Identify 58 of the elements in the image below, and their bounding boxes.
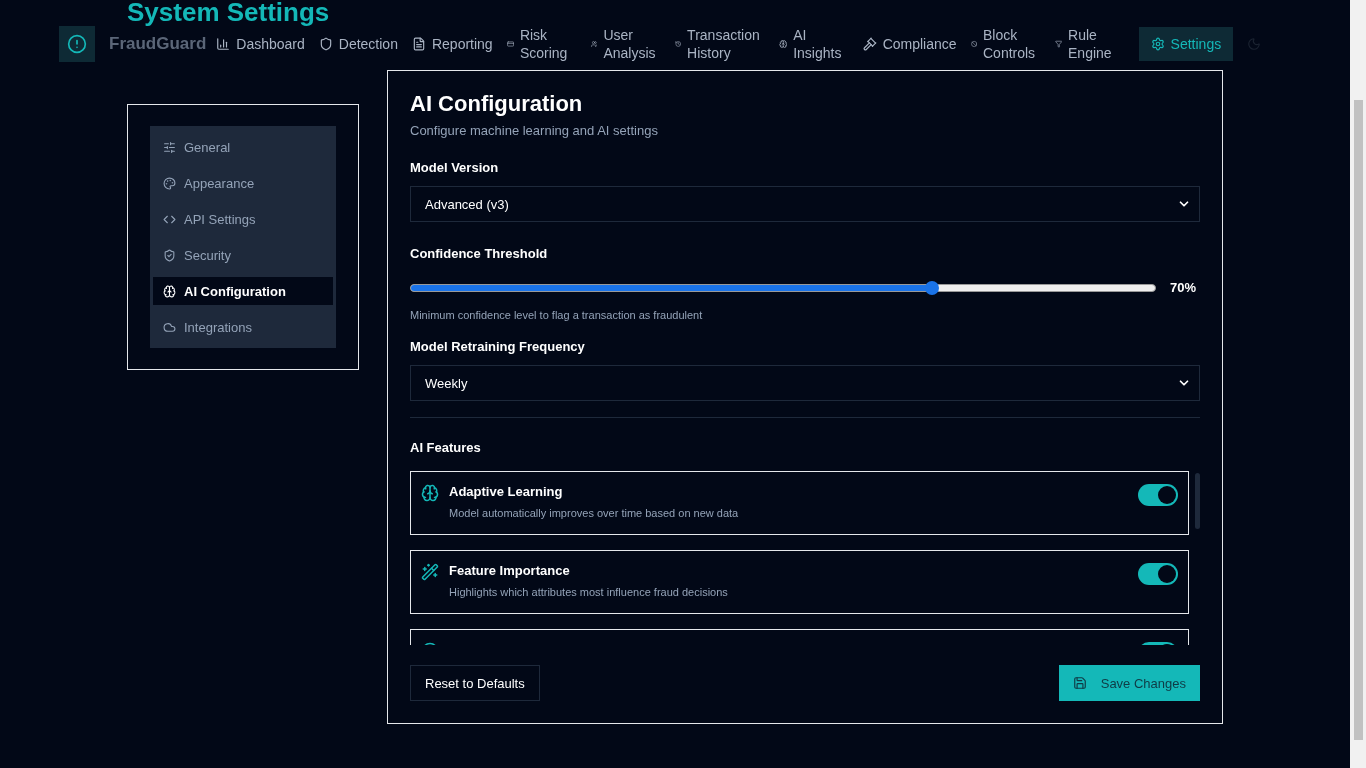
magic-wand-icon: [421, 563, 439, 581]
shield-icon: [318, 37, 333, 51]
sliders-icon: [163, 140, 176, 154]
nav-link[interactable]: Block Controls: [970, 26, 1041, 62]
nav-link[interactable]: Compliance: [862, 35, 957, 53]
nav-link[interactable]: Risk Scoring: [506, 26, 577, 62]
feature-description: Highlights which attributes most influence fraud decisions: [449, 586, 729, 598]
retraining-select[interactable]: Weekly: [410, 365, 1200, 401]
bar-chart-icon: [216, 37, 231, 51]
brain-icon: [163, 284, 176, 298]
page-title: System Settings: [127, 0, 331, 24]
feature-title: Adaptive Learning: [449, 484, 564, 499]
slider-thumb[interactable]: [924, 280, 939, 295]
settings-icon: [1150, 37, 1165, 51]
brand-name: FraudGuard: [109, 34, 207, 54]
feature-description: Model automatically improves over time based on new data: [449, 507, 740, 519]
reset-button[interactable]: Reset to Defaults: [410, 665, 540, 701]
save-button[interactable]: Save Changes: [1058, 665, 1200, 701]
field-label: Model Retraining Frequency: [410, 339, 586, 354]
slider-reading: 70%: [1170, 280, 1198, 295]
field-hint: Minimum confidence level to flag a transaction as fraudulent: [410, 309, 704, 321]
filter-icon: [1054, 39, 1062, 49]
palette-icon: [163, 176, 176, 190]
toggle-switch[interactable]: [1138, 484, 1178, 506]
brain-icon: [421, 484, 439, 502]
ban-icon: [970, 39, 977, 49]
field-label: Model Version: [410, 160, 500, 175]
brain-icon: [778, 39, 788, 49]
section-title: AI Features: [410, 440, 482, 455]
sidebar-item[interactable]: Integrations: [153, 313, 333, 341]
nav-link[interactable]: Settings: [1138, 27, 1234, 61]
panel-title: AI Configuration: [410, 91, 584, 117]
nav-link[interactable]: Dashboard: [216, 35, 305, 53]
alert-logo-icon: [59, 26, 95, 62]
feature-title: Feature Importance: [449, 563, 571, 578]
model-version-select[interactable]: Advanced (v3): [410, 186, 1200, 222]
sidebar-item[interactable]: Appearance: [153, 169, 333, 197]
card-icon: [506, 39, 514, 49]
gavel-icon: [862, 37, 877, 51]
document-icon: [411, 37, 426, 51]
field-label: Confidence Threshold: [410, 246, 549, 261]
shield-check-icon: [163, 248, 176, 262]
nav-link[interactable]: Rule Engine: [1054, 26, 1125, 62]
panel-subtitle: Configure machine learning and AI settings: [410, 123, 659, 138]
sidebar-item[interactable]: API Settings: [153, 205, 333, 233]
cloud-icon: [163, 320, 176, 334]
sidebar-item[interactable]: Security: [153, 241, 333, 269]
sidebar-item[interactable]: General: [153, 133, 333, 161]
nav-link[interactable]: User Analysis: [590, 26, 661, 62]
slider-track[interactable]: [410, 283, 1156, 292]
scrollbar-thumb[interactable]: [1195, 473, 1200, 529]
nav-link[interactable]: Reporting: [411, 35, 493, 53]
toggle-switch[interactable]: [1138, 563, 1178, 585]
nav-link[interactable]: Detection: [318, 35, 398, 53]
nav-link[interactable]: Transaction History: [674, 26, 765, 62]
page-scrollbar[interactable]: [1350, 0, 1366, 768]
nav-link[interactable]: AI Insights: [778, 26, 849, 62]
sidebar-item[interactable]: AI Configuration: [153, 277, 333, 305]
